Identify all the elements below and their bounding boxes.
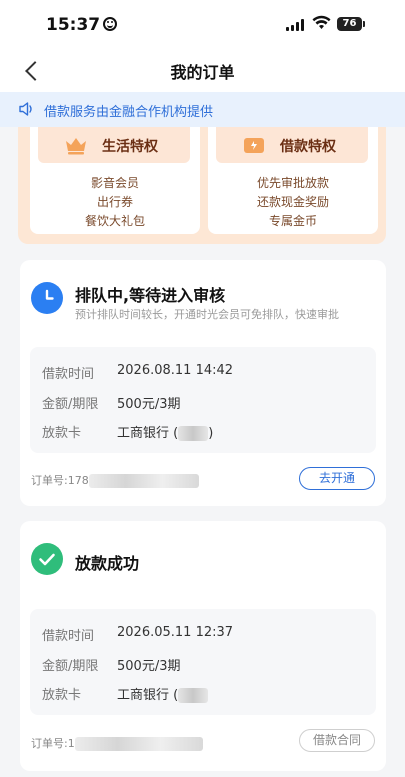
info-value: 2026.05.11 12:37 [117, 625, 234, 640]
redacted-order-number [74, 737, 203, 751]
redacted-order-number [88, 474, 199, 488]
privilege-header: 借款特权 [216, 127, 368, 163]
info-value: 工商银行 () [117, 426, 214, 441]
order-status-title: 放款成功 [75, 554, 140, 573]
order-card-queue[interactable]: 排队中,等待进入审核 预计排队时间较长，开通时光会员可免排队，快速审批 借款时间… [20, 260, 386, 506]
privilege-item: 还款现金奖励 [256, 195, 329, 209]
redacted-card-number [178, 688, 209, 703]
order-card-success[interactable]: 放款成功 借款时间 2026.05.11 12:37 金额/期限 500元/3期… [20, 521, 386, 771]
info-label: 放款卡 [42, 426, 82, 441]
info-value: 500元/3期 [117, 659, 181, 674]
info-label: 借款时间 [42, 629, 95, 644]
privilege-item: 专属金币 [268, 214, 317, 228]
order-info-box: 借款时间 2026.08.11 14:42 金额/期限 500元/3期 放款卡 … [30, 347, 376, 453]
order-info-box: 借款时间 2026.05.11 12:37 金额/期限 500元/3期 放款卡 … [30, 609, 376, 715]
privilege-item: 餐饮大礼包 [84, 214, 145, 228]
privilege-title: 借款特权 [280, 139, 336, 155]
privilege-item: 影音会员 [90, 176, 139, 190]
info-label: 金额/期限 [42, 397, 99, 412]
crown-icon [66, 138, 86, 155]
notice-text: 借款服务由金融合作机构提供 [44, 105, 214, 120]
info-value: 工商银行 ( [117, 684, 209, 703]
privilege-item: 优先审批放款 [256, 176, 329, 190]
check-icon [31, 543, 63, 575]
wifi-icon [312, 15, 331, 29]
info-label: 放款卡 [42, 688, 82, 703]
redacted-card-number [178, 426, 209, 441]
privilege-card-life[interactable]: 生活特权 影音会员 出行券 餐饮大礼包 [30, 127, 200, 234]
privilege-items: 优先审批放款 还款现金奖励 专属金币 [208, 174, 378, 231]
smiley-icon [103, 17, 118, 31]
info-value: 2026.08.11 14:42 [117, 363, 234, 378]
battery-icon: 76 [337, 17, 365, 31]
loan-contract-button[interactable]: 借款合同 [299, 729, 375, 752]
info-label: 金额/期限 [42, 659, 99, 674]
ticket-icon [244, 138, 264, 153]
order-status-subtitle: 预计排队时间较长，开通时光会员可免排队，快速审批 [75, 308, 339, 321]
privilege-item: 出行券 [96, 195, 133, 209]
privileges-panel: 生活特权 影音会员 出行券 餐饮大礼包 借款特权 优先审批放款 还款现金奖励 专… [18, 127, 386, 244]
speaker-icon [19, 102, 32, 116]
activate-button[interactable]: 去开通 [299, 467, 375, 490]
info-label: 借款时间 [42, 367, 95, 382]
info-value: 500元/3期 [117, 397, 181, 412]
status-bar: 15:37 76 [0, 0, 405, 50]
order-number: 订单号:178 [31, 472, 199, 488]
signal-icon [286, 19, 304, 31]
privilege-items: 影音会员 出行券 餐饮大礼包 [30, 174, 200, 231]
clock-icon [31, 282, 63, 314]
order-status-title: 排队中,等待进入审核 [75, 286, 226, 305]
privilege-card-loan[interactable]: 借款特权 优先审批放款 还款现金奖励 专属金币 [208, 127, 378, 234]
order-number: 订单号:1 [31, 735, 203, 751]
privilege-title: 生活特权 [102, 139, 158, 155]
status-time: 15:37 [46, 15, 118, 35]
page-title: 我的订单 [170, 63, 235, 82]
privilege-header: 生活特权 [38, 127, 190, 163]
nav-bar: 我的订单 [0, 50, 405, 92]
notice-bar: 借款服务由金融合作机构提供 [0, 92, 405, 127]
